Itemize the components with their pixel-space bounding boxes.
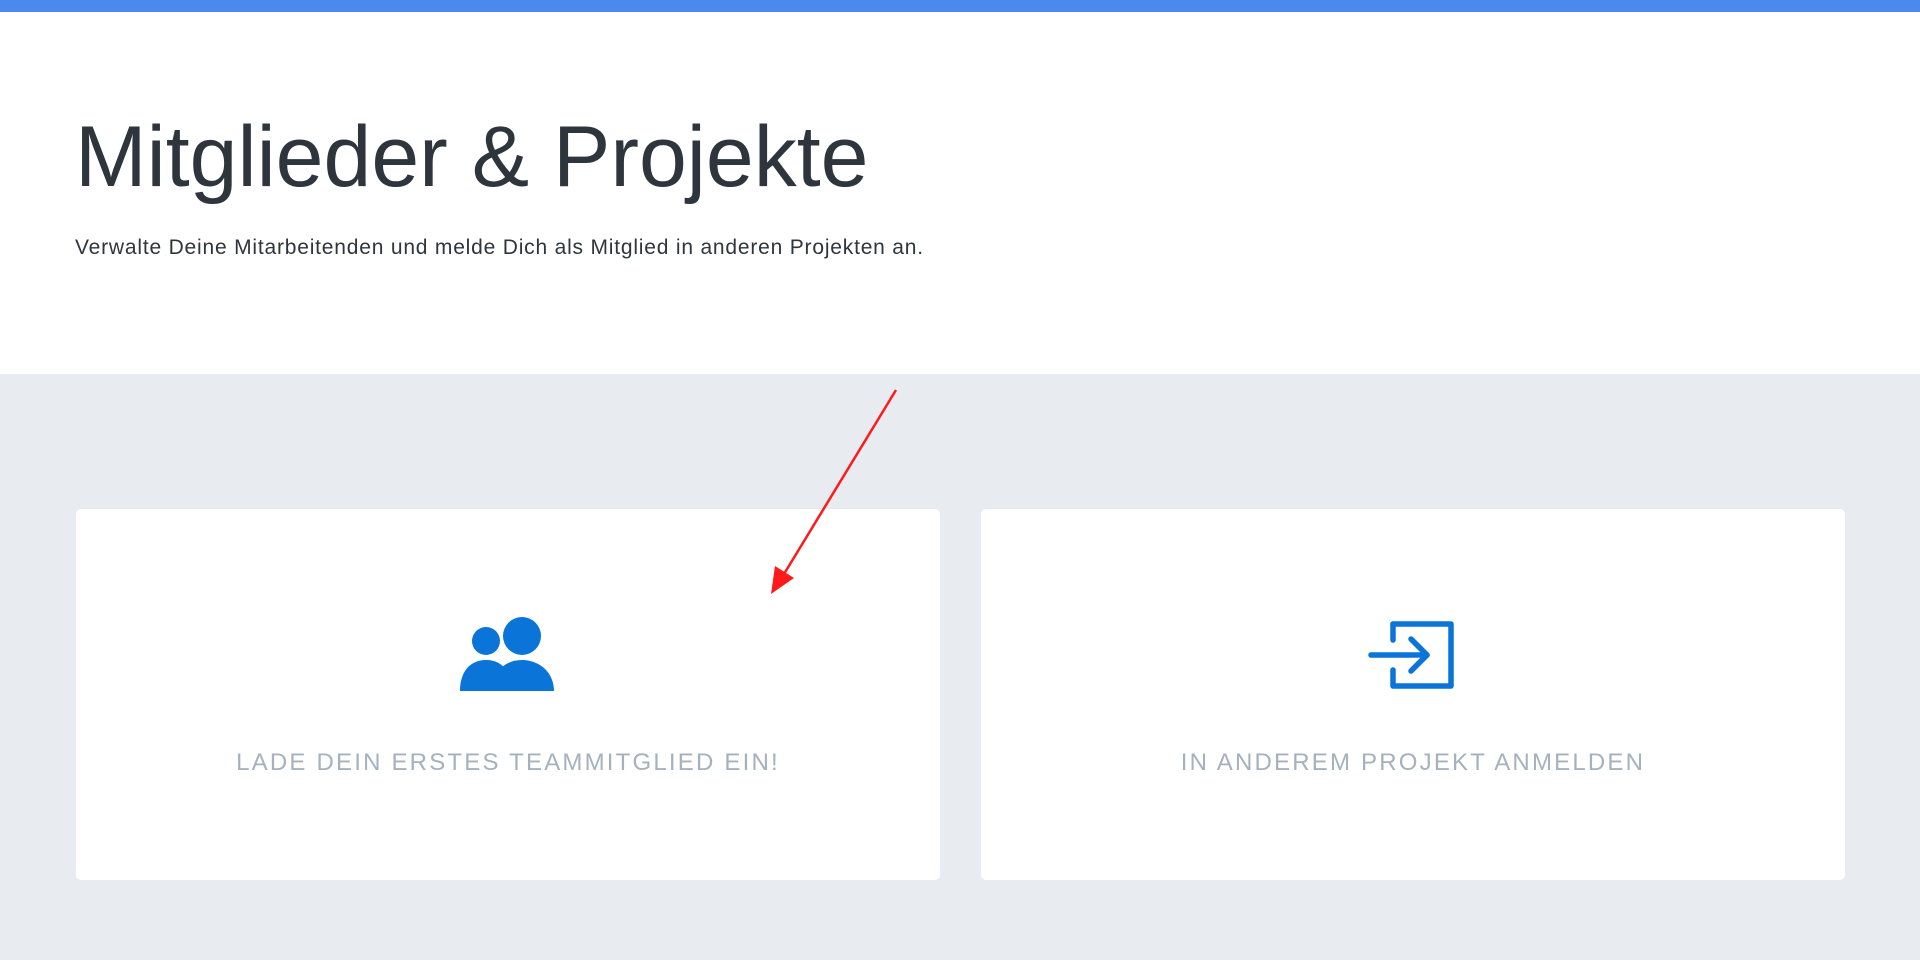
invite-member-label: LADE DEIN ERSTES TEAMMITGLIED EIN! <box>236 749 780 776</box>
invite-member-card[interactable]: LADE DEIN ERSTES TEAMMITGLIED EIN! <box>76 509 940 880</box>
top-accent-bar <box>0 0 1920 12</box>
page-title: Mitglieder & Projekte <box>75 109 869 205</box>
join-project-label: IN ANDEREM PROJEKT ANMELDEN <box>1180 749 1646 776</box>
page-subtitle: Verwalte Deine Mitarbeitenden und melde … <box>75 236 924 259</box>
join-project-card[interactable]: IN ANDEREM PROJEKT ANMELDEN <box>981 509 1845 880</box>
users-icon <box>458 614 558 694</box>
sign-in-icon <box>1363 614 1463 694</box>
